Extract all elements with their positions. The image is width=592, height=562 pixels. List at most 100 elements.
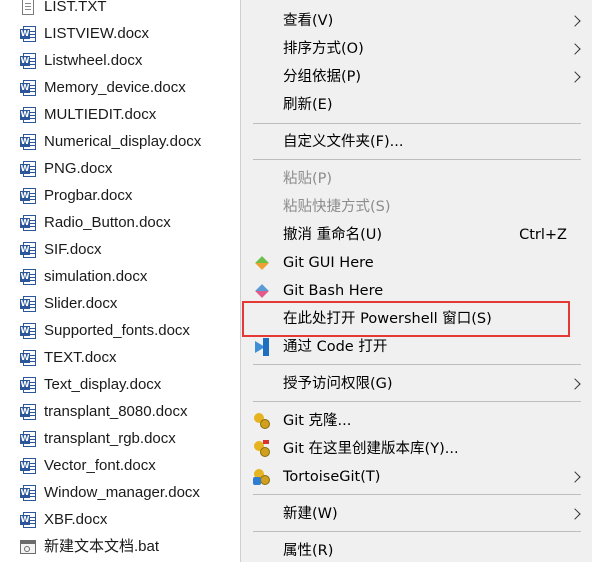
menu-item-git-gui[interactable]: Git GUI Here <box>241 250 592 276</box>
file-item-slider[interactable]: W Slider.docx <box>0 290 240 317</box>
highlight-annotation-box <box>242 301 570 337</box>
file-item-multiedit[interactable]: W MULTIEDIT.docx <box>0 101 240 128</box>
menu-item-git-clone[interactable]: Git 克隆... <box>241 408 592 434</box>
menu-separator <box>253 159 581 160</box>
menu-item-label: 分组依据(P) <box>283 69 362 85</box>
word-doc-icon: W <box>20 269 36 285</box>
file-name: Memory_device.docx <box>44 79 186 96</box>
menu-item-label: 自定义文件夹(F)... <box>283 134 404 150</box>
word-doc-icon: W <box>20 161 36 177</box>
file-name: PNG.docx <box>44 160 113 177</box>
menu-separator <box>253 531 581 532</box>
file-item-listview[interactable]: W LISTVIEW.docx <box>0 20 240 47</box>
menu-separator <box>253 364 581 365</box>
word-doc-icon: W <box>20 80 36 96</box>
file-name: Text_display.docx <box>44 376 162 393</box>
word-doc-icon: W <box>20 296 36 312</box>
menu-item-paste-shortcut[interactable]: 粘贴快捷方式(S) <box>241 194 592 220</box>
menu-item-label: 授予访问权限(G) <box>283 376 393 392</box>
file-name: XBF.docx <box>44 511 108 528</box>
chevron-right-icon <box>569 15 581 27</box>
word-doc-icon: W <box>20 377 36 393</box>
menu-item-open-with-code[interactable]: 通过 Code 打开 <box>241 334 592 360</box>
word-doc-icon: W <box>20 404 36 420</box>
menu-separator <box>253 123 581 124</box>
chevron-right-icon <box>569 471 581 483</box>
git-create-repo-icon <box>253 440 271 458</box>
file-item-progbar[interactable]: W Progbar.docx <box>0 182 240 209</box>
file-name: Vector_font.docx <box>44 457 156 474</box>
tortoisegit-icon <box>253 468 271 486</box>
menu-item-label: 通过 Code 打开 <box>283 339 388 355</box>
menu-separator <box>253 401 581 402</box>
word-doc-icon: W <box>20 323 36 339</box>
menu-item-refresh[interactable]: 刷新(E) <box>241 92 592 118</box>
file-item-window-manager[interactable]: W Window_manager.docx <box>0 479 240 506</box>
menu-item-label: Git 克隆... <box>283 413 352 429</box>
menu-item-label: 新建(W) <box>283 506 338 522</box>
chevron-right-icon <box>569 508 581 520</box>
vscode-icon <box>253 338 271 356</box>
file-item-text-display[interactable]: W Text_display.docx <box>0 371 240 398</box>
file-item-listwheel[interactable]: W Listwheel.docx <box>0 47 240 74</box>
word-doc-icon: W <box>20 26 36 42</box>
file-name: Progbar.docx <box>44 187 133 204</box>
context-menu: 查看(V) 排序方式(O) 分组依据(P) 刷新(E) 自定义文件夹(F)...… <box>240 0 592 562</box>
menu-item-label: Git GUI Here <box>283 255 374 271</box>
menu-item-label: 粘贴快捷方式(S) <box>283 199 391 215</box>
word-doc-icon: W <box>20 188 36 204</box>
file-name: Radio_Button.docx <box>44 214 171 231</box>
word-doc-icon: W <box>20 350 36 366</box>
file-item-png[interactable]: W PNG.docx <box>0 155 240 182</box>
file-item-supported-fonts[interactable]: W Supported_fonts.docx <box>0 317 240 344</box>
file-name: Supported_fonts.docx <box>44 322 190 339</box>
text-file-icon <box>20 0 36 15</box>
file-item-simulation[interactable]: W simulation.docx <box>0 263 240 290</box>
file-item-numerical-display[interactable]: W Numerical_display.docx <box>0 128 240 155</box>
menu-item-customize-folder[interactable]: 自定义文件夹(F)... <box>241 129 592 155</box>
file-item-new-text-bat[interactable]: 新建文本文档.bat <box>0 533 240 560</box>
menu-item-view[interactable]: 查看(V) <box>241 8 592 34</box>
file-name: Window_manager.docx <box>44 484 200 501</box>
menu-item-label: TortoiseGit(T) <box>283 469 381 485</box>
batch-file-icon <box>20 539 36 555</box>
file-item-list-txt[interactable]: LIST.TXT <box>0 0 240 20</box>
chevron-right-icon <box>569 43 581 55</box>
word-doc-icon: W <box>20 215 36 231</box>
file-item-vector-font[interactable]: W Vector_font.docx <box>0 452 240 479</box>
file-item-transplant-rgb[interactable]: W transplant_rgb.docx <box>0 425 240 452</box>
file-item-text[interactable]: W TEXT.docx <box>0 344 240 371</box>
menu-item-paste[interactable]: 粘贴(P) <box>241 166 592 192</box>
file-item-memory-device[interactable]: W Memory_device.docx <box>0 74 240 101</box>
menu-item-group-by[interactable]: 分组依据(P) <box>241 64 592 90</box>
menu-item-new[interactable]: 新建(W) <box>241 501 592 527</box>
menu-item-label: 撤消 重命名(U) <box>283 227 383 243</box>
file-list: LIST.TXT W LISTVIEW.docx W Listwheel.doc… <box>0 0 240 560</box>
shortcut-hint: Ctrl+Z <box>519 227 567 243</box>
file-name: TEXT.docx <box>44 349 117 366</box>
menu-item-properties[interactable]: 属性(R) <box>241 538 592 562</box>
file-name: transplant_rgb.docx <box>44 430 176 447</box>
file-item-transplant-8080[interactable]: W transplant_8080.docx <box>0 398 240 425</box>
menu-separator <box>253 494 581 495</box>
word-doc-icon: W <box>20 53 36 69</box>
file-name: SIF.docx <box>44 241 102 258</box>
file-name: LIST.TXT <box>44 0 107 15</box>
menu-item-label: 刷新(E) <box>283 97 333 113</box>
menu-item-label: 排序方式(O) <box>283 41 364 57</box>
file-name: LISTVIEW.docx <box>44 25 150 42</box>
git-bash-icon <box>253 282 271 300</box>
menu-item-tortoisegit[interactable]: TortoiseGit(T) <box>241 464 592 490</box>
file-item-xbf[interactable]: W XBF.docx <box>0 506 240 533</box>
file-item-radio-button[interactable]: W Radio_Button.docx <box>0 209 240 236</box>
word-doc-icon: W <box>20 458 36 474</box>
menu-item-sort-by[interactable]: 排序方式(O) <box>241 36 592 62</box>
chevron-right-icon <box>569 378 581 390</box>
file-item-sif[interactable]: W SIF.docx <box>0 236 240 263</box>
menu-item-undo-rename[interactable]: 撤消 重命名(U) Ctrl+Z <box>241 222 592 248</box>
menu-item-label: 查看(V) <box>283 13 334 29</box>
menu-item-grant-access[interactable]: 授予访问权限(G) <box>241 371 592 397</box>
word-doc-icon: W <box>20 512 36 528</box>
menu-item-label: 粘贴(P) <box>283 171 333 187</box>
menu-item-git-create-repo[interactable]: Git 在这里创建版本库(Y)... <box>241 436 592 462</box>
